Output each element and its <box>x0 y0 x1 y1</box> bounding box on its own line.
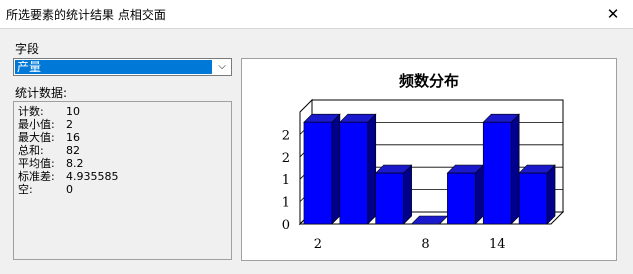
stat-key: 空: <box>18 183 33 196</box>
stat-value: 10 <box>66 105 80 118</box>
bar <box>447 172 476 225</box>
y-tick-label: 1 <box>282 196 290 211</box>
stat-row-stddev: 标准差: 4.935585 <box>18 170 231 183</box>
stat-value: 4.935585 <box>66 170 119 183</box>
bar-side <box>510 113 520 225</box>
bar-side <box>403 164 412 225</box>
stat-key: 总和: <box>18 144 44 157</box>
bar-side <box>546 164 556 225</box>
stat-value: 82 <box>66 144 80 157</box>
chevron-down-icon[interactable]: ⌵ <box>213 59 231 75</box>
chart-title: 频数分布 <box>399 72 459 90</box>
y-tick-label: 2 <box>282 151 290 166</box>
stat-key: 最小值: <box>18 118 55 131</box>
stat-value: 16 <box>66 131 80 144</box>
stat-row-sum: 总和: 82 <box>18 144 231 157</box>
field-selected-value[interactable]: 产量 <box>15 60 212 74</box>
stat-value: 8.2 <box>66 157 84 170</box>
bar-side <box>475 164 484 225</box>
stat-key: 计数: <box>18 105 44 118</box>
stat-row-min: 最小值: 2 <box>18 118 231 131</box>
stats-box: 计数: 10 最小值: 2 最大值: 16 总和: 82 平均值: 8.2 标准… <box>13 101 232 260</box>
stat-row-max: 最大值: 16 <box>18 131 231 144</box>
x-tick-label: 8 <box>421 237 429 252</box>
bar <box>518 172 548 225</box>
stat-row-count: 计数: 10 <box>18 105 231 118</box>
bar-side <box>331 113 341 225</box>
stat-key: 平均值: <box>18 157 55 170</box>
stat-key: 最大值: <box>18 131 55 144</box>
bar <box>482 121 512 225</box>
x-tick-label: 14 <box>489 237 506 252</box>
bar-side <box>367 113 377 225</box>
chart-panel: 频数分布 0 1 1 2 2 2 8 14 <box>241 58 617 261</box>
field-dropdown[interactable]: 产量 ⌵ <box>13 58 232 76</box>
stats-label: 统计数据: <box>15 86 68 100</box>
bar <box>375 172 404 225</box>
frequency-chart: 频数分布 0 1 1 2 2 2 8 14 <box>282 72 565 252</box>
title-bar: 所选要素的统计结果 点相交面 ✕ <box>0 0 633 29</box>
y-tick-label: 0 <box>282 218 290 233</box>
field-label: 字段 <box>15 42 40 56</box>
bar <box>339 121 369 225</box>
bar <box>303 121 333 225</box>
stat-value: 2 <box>66 118 73 131</box>
x-tick-label: 2 <box>314 237 322 252</box>
stat-row-null: 空: 0 <box>18 183 231 196</box>
stat-key: 标准差: <box>18 170 55 183</box>
close-icon[interactable]: ✕ <box>593 0 633 28</box>
y-tick-label: 1 <box>282 173 290 188</box>
window-title: 所选要素的统计结果 点相交面 <box>6 8 166 22</box>
stat-value: 0 <box>66 183 73 196</box>
stat-row-mean: 平均值: 8.2 <box>18 157 231 170</box>
y-tick-label: 2 <box>282 128 290 143</box>
